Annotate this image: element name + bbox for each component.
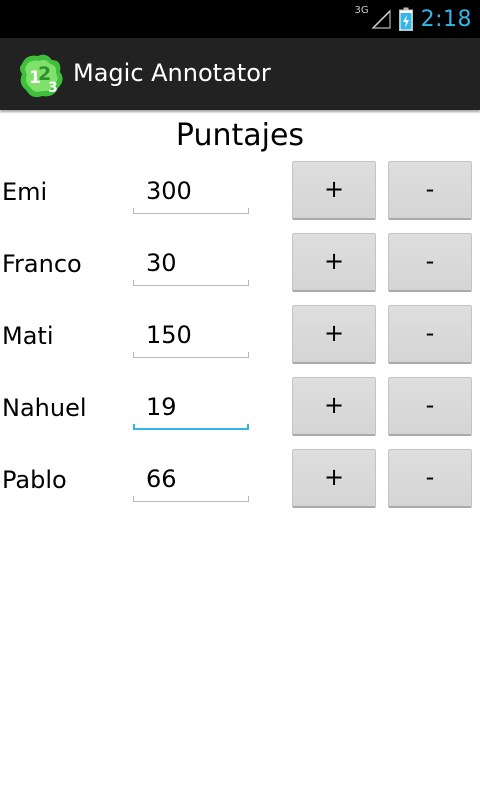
increment-button[interactable]: + <box>292 305 376 364</box>
player-name: Franco <box>2 250 82 278</box>
score-field <box>133 243 251 288</box>
score-row: Nahuel + - <box>0 375 480 437</box>
decrement-button[interactable]: - <box>388 449 472 508</box>
scores-screen: Puntajes Emi + - Franco + - Mati + <box>0 110 480 800</box>
app-logo-icon[interactable]: 1 2 3 <box>16 50 68 102</box>
field-border <box>248 496 249 502</box>
field-border <box>133 501 249 502</box>
clock: 2:18 <box>420 6 472 32</box>
score-field-focused <box>133 387 251 432</box>
signal-icon <box>370 9 391 29</box>
player-name: Nahuel <box>2 394 87 422</box>
page-title: Puntajes <box>175 118 305 153</box>
score-row: Franco + - <box>0 231 480 293</box>
score-input[interactable] <box>133 387 251 427</box>
score-input[interactable] <box>133 459 251 499</box>
field-border <box>133 285 249 286</box>
increment-button[interactable]: + <box>292 377 376 436</box>
network-type-label: 3G <box>354 4 369 16</box>
player-name: Pablo <box>2 466 67 494</box>
field-border <box>247 424 249 430</box>
player-name: Emi <box>2 178 48 206</box>
decrement-button[interactable]: - <box>388 377 472 436</box>
field-border <box>248 352 249 358</box>
score-input[interactable] <box>133 171 251 211</box>
field-border <box>133 213 249 214</box>
score-row: Emi + - <box>0 159 480 221</box>
decrement-button[interactable]: - <box>388 161 472 220</box>
score-field <box>133 459 251 504</box>
score-field <box>133 171 251 216</box>
status-bar: 3G 2:18 <box>0 0 480 38</box>
score-field <box>133 315 251 360</box>
action-bar: 1 2 3 Magic Annotator <box>0 38 480 110</box>
player-name: Mati <box>2 322 54 350</box>
increment-button[interactable]: + <box>292 449 376 508</box>
battery-charging-icon <box>398 7 413 31</box>
increment-button[interactable]: + <box>292 233 376 292</box>
score-row: Mati + - <box>0 303 480 365</box>
field-border <box>133 428 249 430</box>
field-border <box>133 357 249 358</box>
score-row: Pablo + - <box>0 447 480 509</box>
app-title: Magic Annotator <box>73 59 271 87</box>
status-icons: 3G 2:18 <box>354 0 472 38</box>
svg-text:3: 3 <box>48 80 58 96</box>
field-border <box>248 280 249 286</box>
score-input[interactable] <box>133 315 251 355</box>
decrement-button[interactable]: - <box>388 305 472 364</box>
increment-button[interactable]: + <box>292 161 376 220</box>
decrement-button[interactable]: - <box>388 233 472 292</box>
score-input[interactable] <box>133 243 251 283</box>
field-border <box>248 208 249 214</box>
